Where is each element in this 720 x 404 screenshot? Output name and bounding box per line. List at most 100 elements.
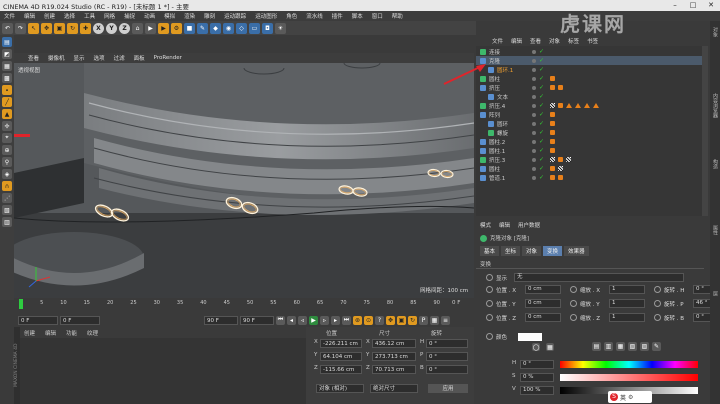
model-mode-icon[interactable]: ◩ — [2, 49, 12, 59]
rotate-icon[interactable]: ↻ — [67, 22, 78, 34]
tag-triangle-icon[interactable] — [593, 103, 599, 108]
scale-icon[interactable]: ▣ — [54, 22, 65, 34]
strip-tab-2[interactable]: 构造 — [712, 159, 719, 219]
object-row[interactable]: 挤压.4 ✓ — [476, 101, 702, 110]
visibility-dot[interactable] — [532, 157, 536, 162]
menu-item-0[interactable]: 文件 — [4, 12, 15, 20]
make-editable-icon[interactable]: ▤ — [2, 37, 12, 47]
render-settings-icon[interactable]: ⚙ — [171, 22, 182, 34]
tag-phong-icon[interactable] — [550, 139, 555, 144]
render-icon[interactable]: ▶ — [158, 22, 169, 34]
coord-rot-field[interactable]: 0 ° — [426, 339, 468, 348]
hsv-slider[interactable] — [560, 374, 698, 381]
coord-size-field[interactable]: 436.12 cm — [372, 339, 416, 348]
tag-texture-icon[interactable] — [566, 157, 571, 162]
tag-phong-icon[interactable] — [558, 157, 563, 162]
pen-icon[interactable]: ✎ — [197, 22, 208, 34]
tag-texture-icon[interactable] — [558, 166, 563, 171]
maximize-icon[interactable]: □ — [684, 0, 702, 11]
timeline-menu-icon[interactable]: ≡ — [441, 315, 450, 325]
menu-item-1[interactable]: 编辑 — [24, 12, 35, 20]
color-wheel-icon[interactable]: ◯ — [532, 343, 540, 351]
apply-button[interactable]: 应用 — [428, 384, 468, 393]
material-manager[interactable] — [20, 338, 306, 404]
menu-item-3[interactable]: 选择 — [64, 12, 75, 20]
transform-anim-radio[interactable] — [654, 300, 661, 307]
display-anim-radio[interactable] — [486, 274, 493, 281]
object-row[interactable]: 连接 ✓ — [476, 47, 702, 56]
next-key-icon[interactable]: ▸ — [331, 315, 340, 325]
picker-icon[interactable]: ✎ — [652, 342, 661, 351]
strip-tab-1[interactable]: 内容浏览器 — [712, 93, 719, 153]
visibility-dot[interactable] — [532, 175, 536, 180]
enabled-check-icon[interactable]: ✓ — [539, 174, 544, 180]
position-key-icon[interactable]: ✥ — [386, 315, 395, 325]
enabled-check-icon[interactable]: ✓ — [539, 138, 544, 144]
attribute-tab-0[interactable]: 模式 — [480, 221, 491, 229]
brush-icon[interactable]: ▧ — [2, 205, 12, 215]
coord-size-mode-dropdown[interactable]: 绝对尺寸 — [370, 384, 418, 393]
menu-item-14[interactable]: 流水线 — [306, 12, 323, 20]
menu-item-9[interactable]: 渲染 — [184, 12, 195, 20]
camera-icon[interactable]: ◘ — [262, 22, 273, 34]
object-tab-2[interactable]: 查看 — [530, 37, 541, 45]
subdivision-icon[interactable]: ◆ — [210, 22, 221, 34]
polygons-mode-icon[interactable]: ▲ — [2, 109, 12, 119]
hsv-slider[interactable] — [560, 361, 698, 368]
viewport-menu-item-6[interactable]: ProRender — [154, 55, 182, 61]
subtab-0[interactable]: 基本 — [480, 246, 500, 256]
z-axis-button[interactable]: Z — [119, 22, 130, 34]
hsv-field[interactable]: 0 ° — [520, 360, 554, 369]
tag-triangle-icon[interactable] — [575, 103, 581, 108]
y-axis-button[interactable]: Y — [106, 22, 117, 34]
current-frame-field[interactable]: 0 F — [60, 315, 100, 325]
transform-field[interactable]: 0 cm — [525, 285, 561, 294]
tag-phong-icon[interactable] — [558, 175, 563, 180]
tag-texture-icon[interactable] — [550, 103, 555, 108]
enabled-check-icon[interactable]: ✓ — [539, 93, 544, 99]
menu-item-8[interactable]: 模拟 — [164, 12, 175, 20]
visibility-dot[interactable] — [532, 121, 536, 126]
object-tab-1[interactable]: 编辑 — [511, 37, 522, 45]
viewport-menu-item-5[interactable]: 面板 — [134, 54, 145, 62]
color-anim-radio[interactable] — [486, 333, 493, 340]
menu-item-12[interactable]: 运动图形 — [255, 12, 277, 20]
timeline[interactable]: 051015202530354045505560657075808590 0 F — [14, 298, 474, 313]
swatch-mode-icon[interactable]: ▨ — [640, 342, 649, 351]
attribute-tab-2[interactable]: 用户数据 — [518, 221, 540, 229]
transform-field[interactable]: 0 cm — [525, 313, 561, 322]
coord-size-field[interactable]: 70.713 cm — [372, 365, 416, 374]
x-axis-button[interactable]: X — [93, 22, 104, 34]
mixer-mode-icon[interactable]: ▧ — [628, 342, 637, 351]
visibility-dot[interactable] — [532, 85, 536, 90]
deformer-icon[interactable]: ◇ — [236, 22, 247, 34]
menu-item-2[interactable]: 创建 — [44, 12, 55, 20]
scale-key-icon[interactable]: ▣ — [397, 315, 406, 325]
lock-workplane-icon[interactable]: ⚲ — [2, 157, 12, 167]
object-row[interactable]: 圆柱 ✓ — [476, 74, 702, 83]
viewport-menu-item-0[interactable]: 查看 — [28, 54, 39, 62]
hsv-field[interactable]: 0 % — [520, 373, 554, 382]
object-row[interactable]: 圆环 ✓ — [476, 119, 702, 128]
rgb-mode-icon[interactable]: ▤ — [592, 342, 601, 351]
tag-phong-icon[interactable] — [550, 175, 555, 180]
enabled-check-icon[interactable]: ✓ — [539, 48, 544, 54]
object-row[interactable]: 圆柱.1 ✓ — [476, 146, 702, 155]
coord-size-field[interactable]: 273.713 cm — [372, 352, 416, 361]
object-row[interactable]: 圆柱.2 ✓ — [476, 137, 702, 146]
rotation-key-icon[interactable]: ↻ — [408, 315, 417, 325]
tag-phong-icon[interactable] — [558, 85, 563, 90]
minimize-icon[interactable]: – — [666, 0, 684, 11]
material-menu-item-2[interactable]: 功能 — [66, 329, 77, 337]
floor-icon[interactable]: ▭ — [249, 22, 260, 34]
object-tab-3[interactable]: 对象 — [549, 37, 560, 45]
knife-icon[interactable]: ⋰ — [2, 193, 12, 203]
tag-phong-icon[interactable] — [550, 85, 555, 90]
tag-phong-icon[interactable] — [550, 166, 555, 171]
tweak-icon[interactable]: ⌖ — [2, 133, 12, 143]
attribute-tab-1[interactable]: 编辑 — [499, 221, 510, 229]
enabled-check-icon[interactable]: ✓ — [539, 75, 544, 81]
material-menu-item-0[interactable]: 创建 — [24, 329, 35, 337]
move-icon[interactable]: ✥ — [41, 22, 52, 34]
render-view-icon[interactable]: ▶ — [145, 22, 156, 34]
